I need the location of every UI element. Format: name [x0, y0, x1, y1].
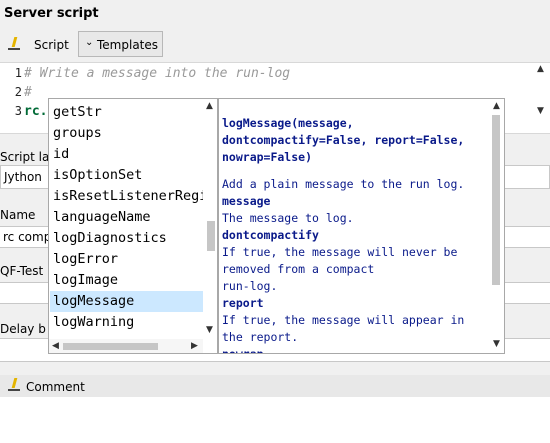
- scroll-up-icon[interactable]: ▲: [537, 64, 544, 74]
- documentation-popup: logMessage(message, dontcompactify=False…: [218, 98, 505, 354]
- doc-param-text: removed from a compact: [222, 262, 375, 276]
- scroll-up-icon[interactable]: ▲: [206, 101, 213, 111]
- doc-param-text: The message to log.: [222, 211, 354, 225]
- templates-label: Templates: [97, 38, 159, 52]
- line-number: 2: [14, 85, 22, 99]
- scroll-down-icon[interactable]: ▼: [206, 325, 213, 335]
- completion-item[interactable]: getStr: [50, 102, 205, 123]
- doc-signature: dontcompactify=False, report=False,: [222, 133, 465, 147]
- comment-field[interactable]: [0, 397, 550, 443]
- completion-item[interactable]: logDiagnostics: [50, 228, 205, 249]
- completion-item[interactable]: logError: [50, 249, 205, 270]
- completion-item[interactable]: logWarning: [50, 312, 205, 333]
- completion-item[interactable]: isResetListenerRegi: [50, 186, 205, 207]
- line-number: 3: [14, 104, 22, 118]
- doc-param-text: run-log.: [222, 279, 278, 293]
- script-language-value: Jython: [4, 170, 42, 184]
- code-line[interactable]: #: [24, 85, 32, 100]
- completion-item[interactable]: isOptionSet: [50, 165, 205, 186]
- scroll-down-icon[interactable]: ▼: [537, 106, 544, 116]
- name-value: rc comp: [3, 230, 52, 244]
- doc-signature: logMessage(message,: [222, 116, 354, 130]
- completion-item[interactable]: groups: [50, 123, 205, 144]
- completion-item[interactable]: logImage: [50, 270, 205, 291]
- doc-param-name: nowrap: [222, 347, 264, 354]
- completion-hscroll-thumb[interactable]: [63, 343, 158, 350]
- pencil-icon: [8, 378, 20, 392]
- script-language-label: Script la: [0, 150, 50, 164]
- comment-label: Comment: [26, 380, 85, 394]
- code-line[interactable]: # Write a message into the run-log: [24, 66, 290, 81]
- scroll-up-icon[interactable]: ▲: [493, 101, 500, 111]
- editor-vertical-scrollbar[interactable]: ▲ ▼: [534, 64, 548, 118]
- scroll-right-icon[interactable]: ▶: [191, 341, 198, 351]
- completion-item[interactable]: id: [50, 144, 205, 165]
- script-label: Script: [34, 38, 69, 52]
- name-label: Name: [0, 208, 36, 222]
- doc-param-text: the report.: [222, 330, 299, 344]
- qftest-label: QF-Test: [0, 264, 44, 278]
- doc-scroll-thumb[interactable]: [492, 115, 500, 285]
- doc-param-text: If true, the message will appear in: [222, 313, 465, 327]
- chevron-down-icon: ⌄: [85, 37, 94, 48]
- doc-signature: nowrap=False): [222, 150, 313, 164]
- delay-label: Delay b: [0, 322, 46, 336]
- section-title: Server script: [4, 6, 99, 21]
- completion-list[interactable]: getStr groups id isOptionSet isResetList…: [48, 98, 218, 354]
- templates-button[interactable]: ⌄ Templates: [78, 31, 163, 57]
- scroll-down-icon[interactable]: ▼: [493, 339, 500, 349]
- pencil-icon: [8, 37, 20, 51]
- doc-param-name: report: [222, 296, 264, 310]
- doc-description: Add a plain message to the run log.: [222, 177, 465, 191]
- completion-scroll-thumb[interactable]: [207, 221, 215, 251]
- doc-param-text: If true, the message will never be: [222, 245, 458, 259]
- code-line[interactable]: rc.: [24, 104, 47, 119]
- completion-vertical-scrollbar[interactable]: ▲ ▼: [203, 99, 217, 339]
- line-number: 1: [14, 66, 22, 80]
- doc-param-name: dontcompactify: [222, 228, 319, 242]
- completion-item[interactable]: languageName: [50, 207, 205, 228]
- scroll-left-icon[interactable]: ◀: [52, 341, 59, 351]
- doc-param-name: message: [222, 194, 271, 208]
- completion-item-selected[interactable]: logMessage: [50, 291, 205, 312]
